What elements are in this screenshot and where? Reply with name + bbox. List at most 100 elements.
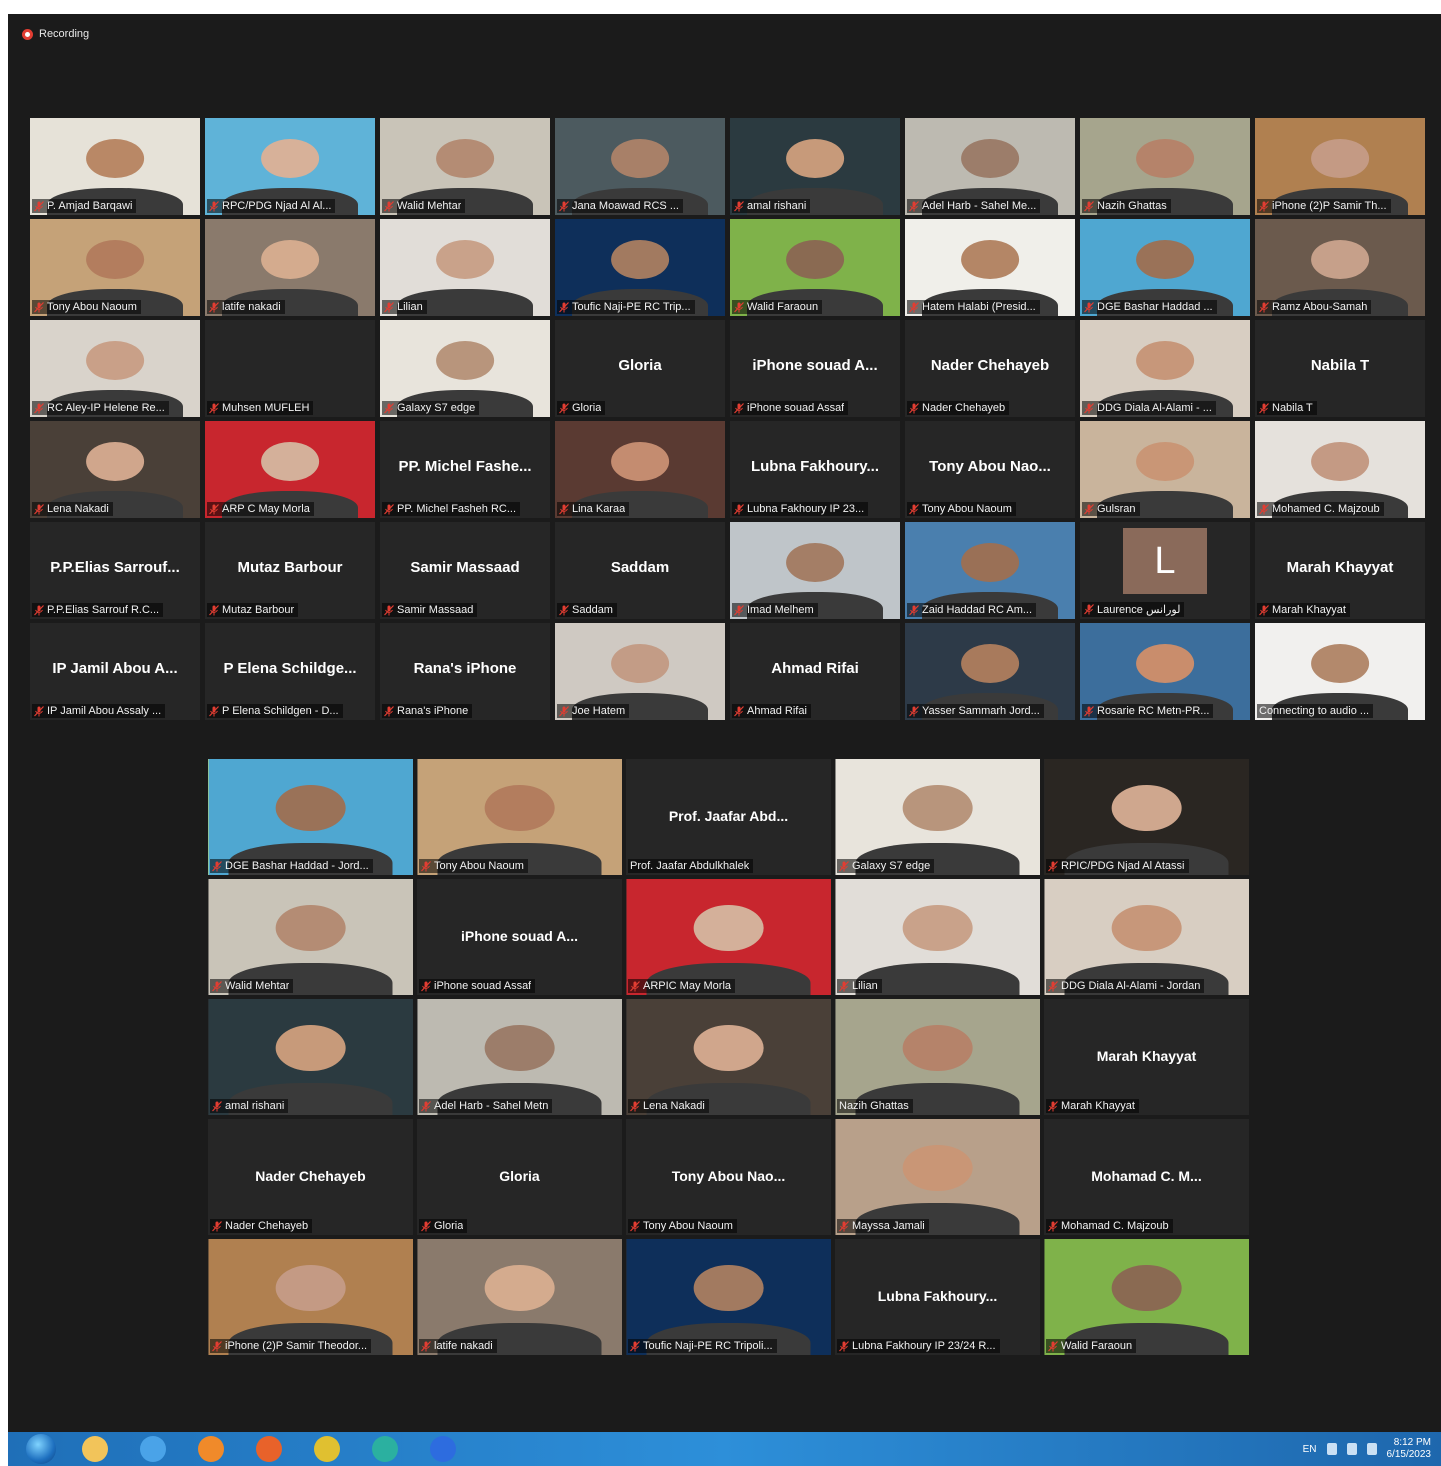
participant-tile[interactable]: Mohamad C. M... Mohamad C. Majzoub — [1044, 1119, 1249, 1235]
participant-tile[interactable]: Tony Abou Naoum — [417, 759, 622, 875]
participant-tile[interactable]: iPhone souad A... iPhone souad Assaf — [730, 320, 900, 417]
participant-tile[interactable]: Yasser Sammarh Jord... — [905, 623, 1075, 720]
participant-tile[interactable]: Galaxy S7 edge — [835, 759, 1040, 875]
participant-tile[interactable]: Lubna Fakhoury... Lubna Fakhoury IP 23... — [730, 421, 900, 518]
participant-tile[interactable]: Ramz Abou-Samah — [1255, 219, 1425, 316]
participant-tile[interactable]: Joe Hatem — [555, 623, 725, 720]
participant-tile[interactable]: Adel Harb - Sahel Me... — [905, 118, 1075, 215]
participant-tile[interactable]: IP Jamil Abou A... IP Jamil Abou Assaly .… — [30, 623, 200, 720]
participant-name: Laurence لورانس — [1097, 604, 1181, 616]
participant-tile[interactable]: Adel Harb - Sahel Metn — [417, 999, 622, 1115]
participant-tile[interactable]: ARPIC May Morla — [626, 879, 831, 995]
taskbar-app-button[interactable] — [66, 1433, 124, 1465]
participant-name-label: Hatem Halabi (Presid... — [907, 300, 1040, 314]
participant-tile[interactable]: Lilian — [380, 219, 550, 316]
participant-tile[interactable]: Jana Moawad RCS ... — [555, 118, 725, 215]
participant-name-label: Rosarie RC Metn-PR... — [1082, 704, 1214, 718]
participant-tile[interactable]: amal rishani — [208, 999, 413, 1115]
participant-tile[interactable]: Lubna Fakhoury... Lubna Fakhoury IP 23/24… — [835, 1239, 1040, 1355]
participant-tile[interactable]: Walid Faraoun — [1044, 1239, 1249, 1355]
participant-name-label: Mayssa Jamali — [837, 1219, 929, 1233]
participant-tile[interactable]: Saddam Saddam — [555, 522, 725, 619]
clock[interactable]: 8:12 PM 6/15/2023 — [1387, 1437, 1432, 1461]
participant-tile[interactable]: Mutaz Barbour Mutaz Barbour — [205, 522, 375, 619]
participant-tile[interactable]: iPhone (2)P Samir Th... — [1255, 118, 1425, 215]
participant-tile[interactable]: P. Amjad Barqawi — [30, 118, 200, 215]
participant-tile[interactable]: Ahmad Rifai Ahmad Rifai — [730, 623, 900, 720]
participant-tile[interactable]: Lena Nakadi — [30, 421, 200, 518]
taskbar-app-button[interactable] — [182, 1433, 240, 1465]
participant-tile[interactable]: Nazih Ghattas — [835, 999, 1040, 1115]
participant-tile[interactable]: Nabila T Nabila T — [1255, 320, 1425, 417]
participant-tile[interactable]: Rosarie RC Metn-PR... — [1080, 623, 1250, 720]
participant-tile[interactable]: Zaid Haddad RC Am... — [905, 522, 1075, 619]
participant-tile[interactable]: RPC/PDG Njad Al Al... — [205, 118, 375, 215]
start-button[interactable] — [26, 1434, 56, 1464]
muted-mic-icon — [734, 604, 744, 615]
participant-tile[interactable]: Lena Nakadi — [626, 999, 831, 1115]
taskbar-app-button[interactable] — [298, 1433, 356, 1465]
participant-tile[interactable]: Mohamed C. Majzoub — [1255, 421, 1425, 518]
participant-tile[interactable]: latife nakadi — [417, 1239, 622, 1355]
participant-tile[interactable]: iPhone souad A... iPhone souad Assaf — [417, 879, 622, 995]
participant-tile[interactable]: Marah Khayyat Marah Khayyat — [1044, 999, 1249, 1115]
participant-tile[interactable]: Nader Chehayeb Nader Chehayeb — [905, 320, 1075, 417]
participant-tile[interactable]: Rana's iPhone Rana's iPhone — [380, 623, 550, 720]
participant-tile[interactable]: Nazih Ghattas — [1080, 118, 1250, 215]
taskbar-app-button[interactable] — [124, 1433, 182, 1465]
participant-tile[interactable]: Lina Karaa — [555, 421, 725, 518]
participant-tile[interactable]: DDG Diala Al-Alami - Jordan — [1044, 879, 1249, 995]
participant-name-label: amal rishani — [210, 1099, 289, 1113]
participant-tile[interactable]: RPIC/PDG Njad Al Atassi — [1044, 759, 1249, 875]
participant-tile[interactable]: Gloria Gloria — [555, 320, 725, 417]
participant-tile[interactable]: Connecting to audio ... — [1255, 623, 1425, 720]
participant-tile[interactable]: DDG Diala Al-Alami - ... — [1080, 320, 1250, 417]
participant-display-name: Mutaz Barbour — [237, 558, 343, 576]
participant-tile[interactable]: Mayssa Jamali — [835, 1119, 1040, 1235]
participant-tile[interactable]: Nader Chehayeb Nader Chehayeb — [208, 1119, 413, 1235]
taskbar-app-button[interactable] — [356, 1433, 414, 1465]
participant-tile[interactable]: Samir Massaad Samir Massaad — [380, 522, 550, 619]
participant-tile[interactable]: DGE Bashar Haddad ... — [1080, 219, 1250, 316]
participant-tile[interactable]: Tony Abou Nao... Tony Abou Naoum — [626, 1119, 831, 1235]
participant-tile[interactable]: P Elena Schildge... P Elena Schildgen - D… — [205, 623, 375, 720]
participant-tile[interactable]: DGE Bashar Haddad - Jord... — [208, 759, 413, 875]
participant-tile[interactable]: Walid Mehtar — [380, 118, 550, 215]
taskbar-app-button[interactable] — [240, 1433, 298, 1465]
participant-tile[interactable]: iPhone (2)P Samir Theodor... — [208, 1239, 413, 1355]
action-center-icon[interactable] — [1366, 1443, 1377, 1455]
muted-mic-icon — [1084, 200, 1094, 211]
participant-tile[interactable]: Walid Faraoun — [730, 219, 900, 316]
participant-tile[interactable]: Lilian — [835, 879, 1040, 995]
participant-tile[interactable]: Galaxy S7 edge — [380, 320, 550, 417]
participant-tile[interactable]: L Laurence لورانس — [1080, 522, 1250, 619]
participant-name-label: iPhone souad Assaf — [419, 979, 536, 993]
recording-indicator[interactable]: Recording — [22, 28, 89, 40]
language-indicator[interactable]: EN — [1303, 1444, 1317, 1455]
network-icon[interactable] — [1326, 1443, 1337, 1455]
participant-tile[interactable]: ARP C May Morla — [205, 421, 375, 518]
participant-video — [208, 879, 413, 995]
participant-tile[interactable]: Imad Melhem — [730, 522, 900, 619]
participant-tile[interactable]: Gloria Gloria — [417, 1119, 622, 1235]
participant-tile[interactable]: Tony Abou Naoum — [30, 219, 200, 316]
volume-icon[interactable] — [1346, 1443, 1357, 1455]
participant-tile[interactable]: Toufic Naji-PE RC Tripoli... — [626, 1239, 831, 1355]
participant-tile[interactable]: Hatem Halabi (Presid... — [905, 219, 1075, 316]
participant-name-label: Ahmad Rifai — [732, 704, 811, 718]
participant-tile[interactable]: Prof. Jaafar Abd... Prof. Jaafar Abdulkha… — [626, 759, 831, 875]
participant-tile[interactable]: Toufic Naji-PE RC Trip... — [555, 219, 725, 316]
participant-tile[interactable]: Walid Mehtar — [208, 879, 413, 995]
taskbar-app-button[interactable] — [414, 1433, 472, 1465]
participant-tile[interactable]: P.P.Elias Sarrouf... P.P.Elias Sarrouf R.… — [30, 522, 200, 619]
participant-tile[interactable]: Tony Abou Nao... Tony Abou Naoum — [905, 421, 1075, 518]
participant-tile[interactable]: Muhsen MUFLEH — [205, 320, 375, 417]
participant-name: Tony Abou Naoum — [643, 1220, 733, 1232]
participant-tile[interactable]: RC Aley-IP Helene Re... — [30, 320, 200, 417]
participant-tile[interactable]: Marah Khayyat Marah Khayyat — [1255, 522, 1425, 619]
participant-tile[interactable]: Gulsran — [1080, 421, 1250, 518]
participant-tile[interactable]: latife nakadi — [205, 219, 375, 316]
participant-tile[interactable]: PP. Michel Fashe... PP. Michel Fasheh RC.… — [380, 421, 550, 518]
participant-tile[interactable]: amal rishani — [730, 118, 900, 215]
participant-name: DDG Diala Al-Alami - ... — [1097, 402, 1212, 414]
